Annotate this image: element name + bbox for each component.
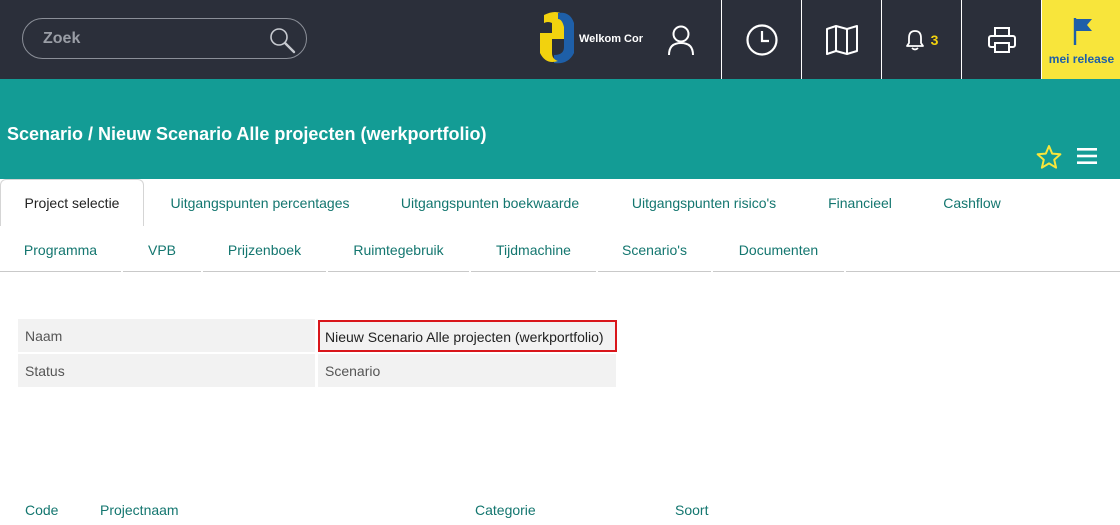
tab-project-selectie[interactable]: Project selectie (0, 179, 144, 226)
tab-separator (469, 271, 471, 273)
company-logo (540, 12, 574, 64)
tab-bar: Project selectie Uitgangspunten percenta… (0, 179, 1120, 273)
flag-icon (1073, 18, 1092, 45)
tab-financieel[interactable]: Financieel (810, 179, 910, 226)
notifications-button[interactable]: 3 (881, 0, 961, 79)
page-header: Scenario / Nieuw Scenario Alle projecten… (0, 79, 1120, 179)
hamburger-menu-icon[interactable] (1076, 147, 1098, 165)
tab-separator (121, 271, 123, 273)
column-header-categorie[interactable]: Categorie (475, 502, 536, 518)
user-icon (668, 25, 694, 56)
page-title: Scenario / Nieuw Scenario Alle projecten… (7, 124, 487, 144)
tab-vpb[interactable]: VPB (123, 226, 201, 273)
status-row: Status Scenario (18, 354, 616, 387)
tab-separator (326, 271, 328, 273)
search-input[interactable] (43, 28, 273, 50)
map-icon (825, 24, 858, 55)
tab-scenarios[interactable]: Scenario's (598, 226, 711, 273)
tab-separator (596, 271, 598, 273)
tab-uitgangspunten-percentages[interactable]: Uitgangspunten percentages (148, 179, 372, 226)
name-field[interactable]: Nieuw Scenario Alle projecten (werkportf… (318, 320, 617, 352)
user-button[interactable] (655, 20, 707, 60)
tab-divider (0, 271, 1120, 272)
welcome-text: Welkom Cor (579, 33, 643, 45)
tab-separator (844, 271, 846, 273)
tab-separator (201, 271, 203, 273)
tab-programma[interactable]: Programma (0, 226, 121, 273)
column-header-soort[interactable]: Soort (675, 502, 708, 518)
tab-tijdmachine[interactable]: Tijdmachine (471, 226, 596, 273)
column-header-projectnaam[interactable]: Projectnaam (100, 502, 179, 518)
print-button[interactable] (961, 0, 1041, 79)
tab-uitgangspunten-boekwaarde[interactable]: Uitgangspunten boekwaarde (380, 179, 600, 226)
tab-prijzenboek[interactable]: Prijzenboek (203, 226, 326, 273)
search-box[interactable] (22, 18, 307, 59)
name-row: Naam Nieuw Scenario Alle projecten (werk… (18, 319, 617, 352)
tab-uitgangspunten-risicos[interactable]: Uitgangspunten risico's (610, 179, 798, 226)
search-icon[interactable] (268, 26, 296, 54)
clock-icon (745, 23, 778, 56)
tab-separator (711, 271, 713, 273)
notification-count: 3 (930, 31, 939, 48)
tab-cashflow[interactable]: Cashflow (922, 179, 1022, 226)
bell-icon (905, 29, 924, 50)
tab-documenten[interactable]: Documenten (713, 226, 844, 273)
status-value: Scenario (318, 354, 616, 387)
release-label: mei release (1048, 52, 1115, 66)
history-button[interactable] (721, 0, 801, 79)
tab-ruimtegebruik[interactable]: Ruimtegebruik (328, 226, 469, 273)
status-label: Status (18, 354, 315, 387)
favorite-star-icon[interactable] (1036, 144, 1062, 170)
printer-icon (987, 26, 1016, 53)
name-label: Naam (18, 319, 315, 352)
map-button[interactable] (801, 0, 881, 79)
top-navigation-bar: Welkom Cor 3 (0, 0, 1120, 79)
column-header-code[interactable]: Code (25, 502, 58, 518)
release-notes-button[interactable]: mei release (1041, 0, 1120, 79)
